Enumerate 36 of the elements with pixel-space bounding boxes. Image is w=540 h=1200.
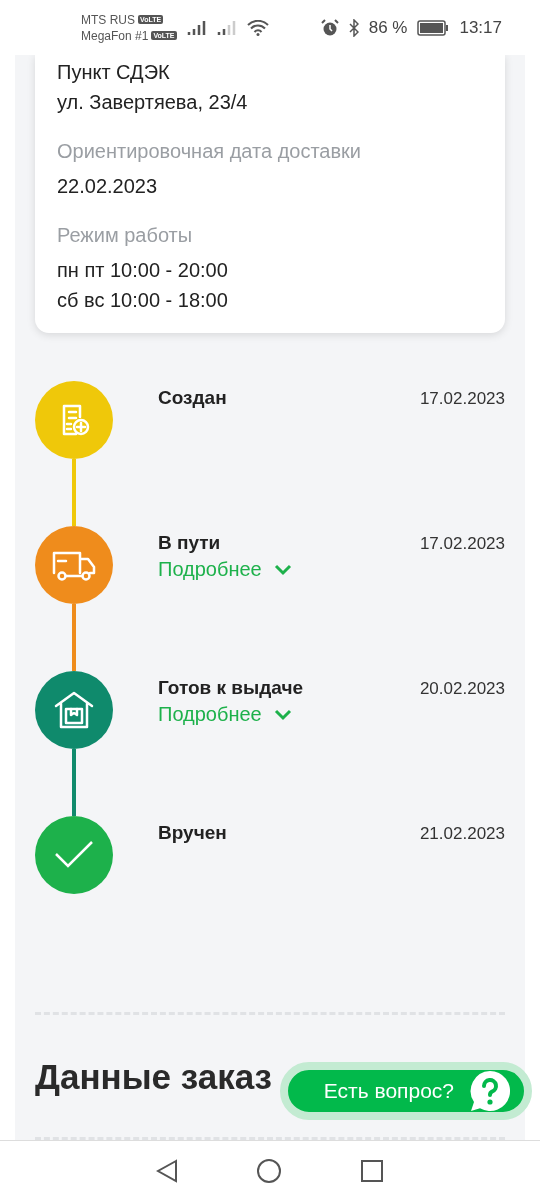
section-heading: Данные заказ bbox=[35, 1057, 272, 1097]
pickup-address: ул. Завертяева, 23/4 bbox=[57, 90, 249, 115]
back-icon[interactable] bbox=[156, 1158, 178, 1183]
field-value: пн пт 10:00 - 20:00 bbox=[57, 258, 229, 283]
chevron-icon bbox=[273, 563, 292, 576]
carrier-name: MTS RUS bbox=[81, 12, 135, 27]
carrier-name: MegaFon #1 bbox=[81, 28, 149, 43]
signal-icon bbox=[216, 19, 237, 36]
battery-percent: 86 % bbox=[368, 17, 408, 38]
recents-icon[interactable] bbox=[360, 1158, 384, 1183]
status-date: 20.02.2023 bbox=[419, 678, 505, 700]
field-label: Режим работы bbox=[57, 223, 194, 247]
status-title: Готов к выдаче bbox=[158, 677, 305, 699]
wifi-icon bbox=[246, 19, 269, 36]
details-link[interactable]: Подробнее bbox=[158, 703, 292, 726]
pickup-point-name: Пункт СДЭК bbox=[57, 60, 171, 85]
check-icon bbox=[54, 840, 94, 870]
status-title: В пути bbox=[158, 532, 222, 554]
home-icon[interactable] bbox=[256, 1157, 282, 1184]
signal-icon bbox=[186, 19, 207, 36]
field-value: сб вс 10:00 - 18:00 bbox=[57, 288, 229, 313]
clock-time: 13:17 bbox=[459, 17, 502, 38]
details-link[interactable]: Подробнее bbox=[158, 558, 292, 581]
battery-icon bbox=[417, 19, 450, 36]
status-title: Создан bbox=[158, 387, 228, 409]
chevron-icon bbox=[273, 708, 292, 721]
question-bubble-icon bbox=[468, 1069, 512, 1113]
status-date: 17.02.2023 bbox=[419, 533, 505, 555]
status-date: 21.02.2023 bbox=[419, 823, 505, 845]
bluetooth-icon bbox=[348, 18, 359, 37]
alarm-icon bbox=[320, 18, 339, 37]
help-button[interactable]: Есть вопрос? bbox=[279, 1062, 532, 1120]
field-label: Ориентировочная дата доставки bbox=[57, 139, 363, 163]
field-value: 22.02.2023 bbox=[57, 174, 159, 199]
status-date: 17.02.2023 bbox=[419, 388, 505, 410]
status-title: Вручен bbox=[158, 822, 228, 844]
